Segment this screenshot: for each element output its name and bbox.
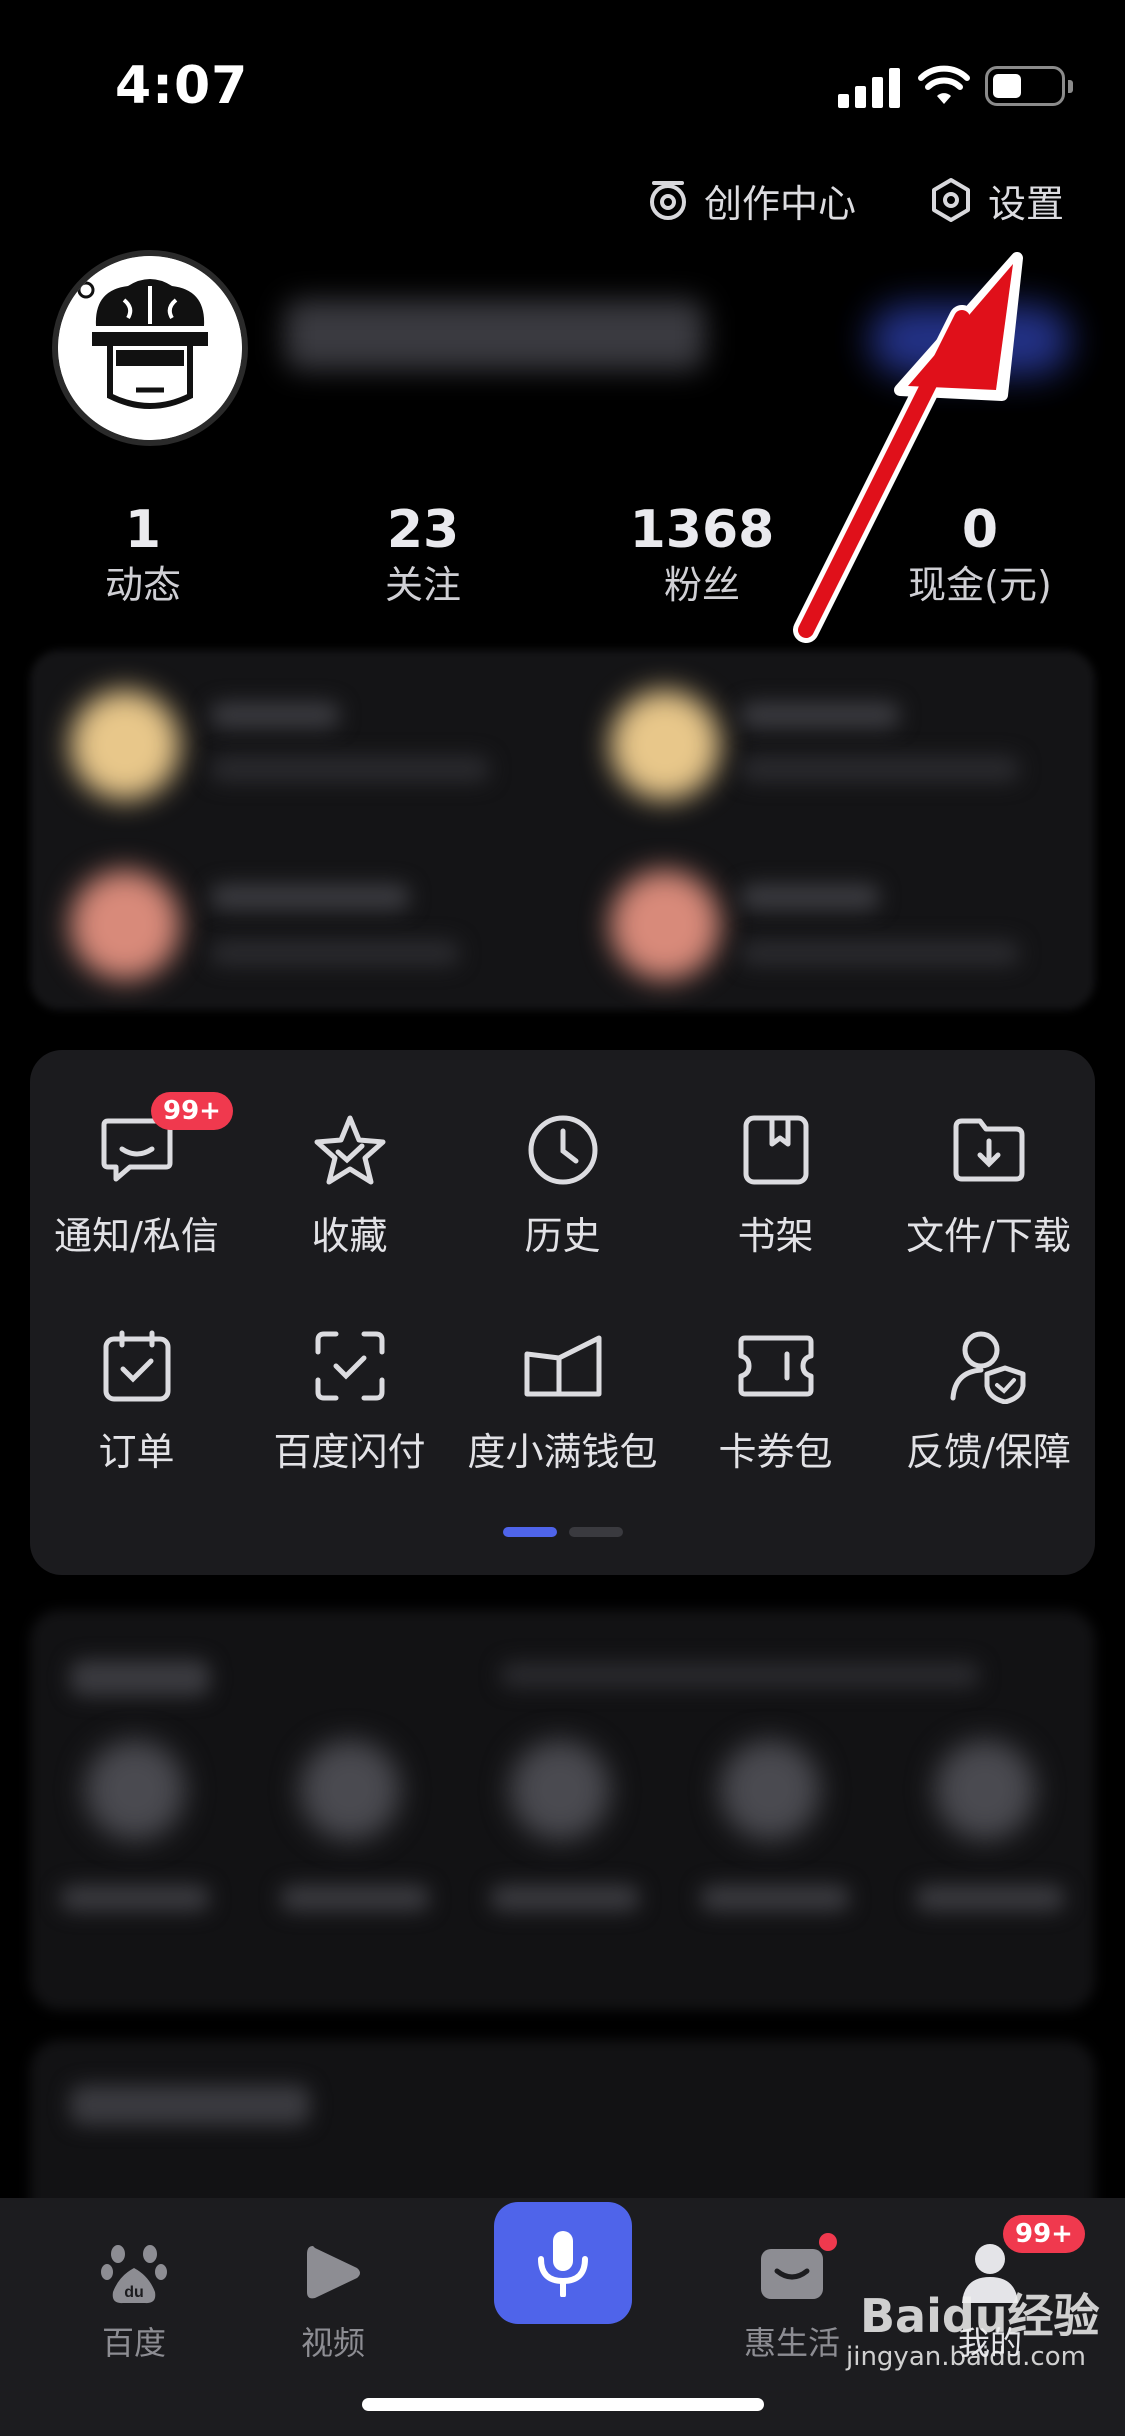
menu-item-notifications[interactable]: 99+ 通知/私信 [30, 1092, 243, 1264]
menu-item-orders[interactable]: 订单 [30, 1316, 243, 1480]
stat-following[interactable]: 23 关注 [323, 500, 523, 610]
creator-center-link[interactable]: 创作中心 [646, 170, 856, 230]
blurred-icon [935, 1740, 1035, 1840]
blurred-text [60, 1885, 210, 1911]
stat-value: 23 [386, 500, 460, 560]
tab-baidu[interactable]: du 百度 [49, 2225, 219, 2366]
baidu-paw-icon: du [101, 2244, 167, 2303]
battery-icon [985, 66, 1073, 106]
stat-value: 1 [124, 500, 162, 560]
tab-video[interactable]: 视频 [248, 2225, 418, 2366]
creator-center-label: 创作中心 [704, 181, 857, 226]
menu-item-wallet[interactable]: 度小满钱包 [456, 1316, 669, 1480]
microphone-icon [538, 2231, 588, 2297]
wifi-icon [918, 64, 970, 108]
blurred-icon [610, 870, 720, 980]
menu-item-label: 订单 [98, 1430, 175, 1474]
menu-item-favorites[interactable]: 收藏 [243, 1100, 456, 1264]
ticket-icon [738, 1335, 813, 1397]
scan-pay-icon [315, 1331, 384, 1401]
notification-dot [819, 2233, 837, 2251]
blurred-text [915, 1885, 1065, 1911]
menu-item-label: 通知/私信 [54, 1214, 219, 1258]
menu-item-label: 历史 [524, 1214, 601, 1258]
blurred-text [740, 884, 880, 910]
blurred-icon [70, 870, 180, 980]
blurred-icon [300, 1740, 400, 1840]
blurred-text [70, 1660, 210, 1696]
blurred-text [210, 702, 340, 728]
menu-item-label: 反馈/保障 [906, 1430, 1071, 1474]
mine-badge: 99+ [1003, 2215, 1085, 2253]
menu-item-label: 文件/下载 [906, 1214, 1071, 1258]
stat-followers[interactable]: 1368 粉丝 [602, 500, 802, 610]
tab-label: 百度 [101, 2324, 166, 2362]
blurred-icon [610, 690, 720, 800]
watermark-url: jingyan.baidu.com [846, 2342, 1086, 2372]
blurred-text [70, 2085, 310, 2125]
voice-search-button[interactable] [494, 2202, 632, 2324]
blurred-text [740, 702, 900, 728]
stat-value: 1368 [629, 500, 775, 560]
menu-item-label: 书架 [737, 1214, 814, 1258]
stat-label: 关注 [384, 563, 461, 607]
menu-item-label: 卡券包 [718, 1430, 833, 1474]
stat-label: 动态 [104, 563, 181, 607]
stat-label: 粉丝 [663, 563, 740, 607]
settings-link[interactable]: 设置 [928, 170, 1064, 230]
notification-badge: 99+ [151, 1092, 233, 1130]
annotation-arrow-icon [793, 252, 1023, 643]
blurred-icon [85, 1740, 185, 1840]
menu-item-files[interactable]: 文件/下载 [882, 1100, 1095, 1264]
blurred-username [285, 300, 705, 370]
bookmark-icon [743, 1115, 808, 1185]
creator-center-icon [650, 181, 686, 220]
menu-item-coupons[interactable]: 卡券包 [669, 1316, 882, 1480]
menu-item-label: 度小满钱包 [467, 1430, 658, 1474]
user-shield-icon [950, 1331, 1025, 1404]
menu-item-history[interactable]: 历史 [456, 1100, 669, 1264]
tab-label: 视频 [300, 2324, 365, 2362]
blurred-icon [510, 1740, 610, 1840]
menu-item-flash-pay[interactable]: 百度闪付 [243, 1316, 456, 1480]
settings-icon [932, 178, 970, 222]
menu-item-feedback[interactable]: 反馈/保障 [882, 1316, 1095, 1480]
svg-text:du: du [124, 2284, 144, 2301]
stat-posts[interactable]: 1 动态 [43, 500, 243, 610]
wallet-icon [524, 1335, 601, 1397]
status-bar: 4:07 [0, 0, 1125, 130]
page-dot [569, 1527, 623, 1537]
avatar[interactable] [52, 250, 248, 446]
cellular-signal-icon [838, 64, 900, 108]
blurred-icon [70, 690, 180, 800]
play-icon [307, 2245, 360, 2298]
home-indicator [362, 2398, 764, 2411]
blurred-text [210, 884, 410, 910]
life-ticket-icon [761, 2248, 823, 2299]
watermark: Baidu经验 jingyan.baidu.com [846, 2280, 1100, 2372]
page-dot-active [503, 1527, 557, 1537]
folder-download-icon [953, 1118, 1024, 1182]
blurred-text [280, 1885, 430, 1911]
brain-glasses-avatar-icon [58, 256, 242, 440]
blurred-text [500, 1662, 980, 1688]
menu-item-label: 百度闪付 [273, 1430, 426, 1474]
blurred-text [740, 940, 1020, 966]
menu-item-label: 收藏 [311, 1214, 388, 1258]
blurred-icon [720, 1740, 820, 1840]
blurred-text [490, 1885, 640, 1911]
star-icon [314, 1115, 385, 1185]
status-time: 4:07 [115, 56, 249, 116]
blurred-text [700, 1885, 850, 1911]
menu-item-bookshelf[interactable]: 书架 [669, 1100, 882, 1264]
blurred-text [210, 756, 490, 782]
blurred-text [740, 756, 1020, 782]
settings-label: 设置 [988, 181, 1065, 226]
clock-icon [528, 1115, 597, 1185]
watermark-text: Baidu经验 [860, 2289, 1100, 2343]
blurred-text [210, 940, 460, 966]
calendar-check-icon [103, 1330, 170, 1402]
